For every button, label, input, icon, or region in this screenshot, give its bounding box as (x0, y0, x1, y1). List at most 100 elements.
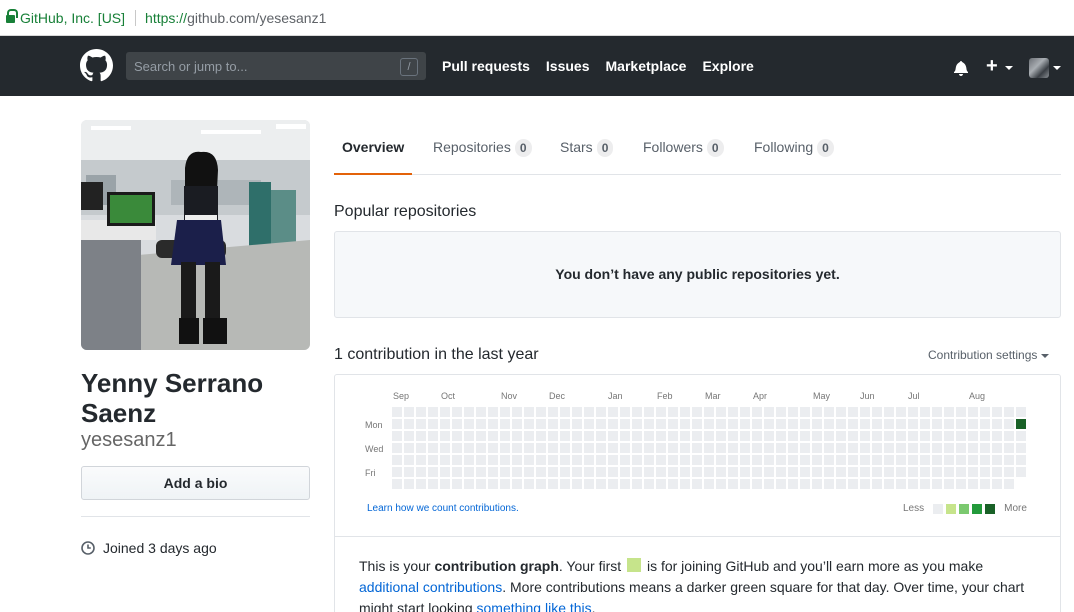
contribution-day[interactable] (692, 467, 702, 477)
contribution-day[interactable] (740, 467, 750, 477)
contribution-day[interactable] (560, 419, 570, 429)
contribution-day[interactable] (1016, 419, 1026, 429)
contribution-day[interactable] (980, 455, 990, 465)
contribution-day[interactable] (860, 455, 870, 465)
contribution-day[interactable] (908, 407, 918, 417)
contribution-day[interactable] (956, 407, 966, 417)
tab-stars[interactable]: Stars 0 (560, 120, 614, 175)
contribution-day[interactable] (704, 467, 714, 477)
contribution-day[interactable] (992, 407, 1002, 417)
contribution-day[interactable] (512, 443, 522, 453)
contribution-day[interactable] (944, 407, 954, 417)
contribution-day[interactable] (1004, 455, 1014, 465)
contribution-day[interactable] (980, 419, 990, 429)
contribution-day[interactable] (1016, 455, 1026, 465)
contribution-day[interactable] (680, 443, 690, 453)
contribution-day[interactable] (644, 443, 654, 453)
contribution-day[interactable] (752, 407, 762, 417)
contribution-day[interactable] (980, 443, 990, 453)
contribution-day[interactable] (956, 419, 966, 429)
contribution-day[interactable] (1004, 419, 1014, 429)
contribution-day[interactable] (992, 443, 1002, 453)
contribution-day[interactable] (932, 479, 942, 489)
contribution-day[interactable] (428, 455, 438, 465)
contribution-day[interactable] (632, 479, 642, 489)
contribution-day[interactable] (596, 419, 606, 429)
contribution-day[interactable] (932, 407, 942, 417)
contribution-day[interactable] (824, 431, 834, 441)
contribution-day[interactable] (716, 419, 726, 429)
contribution-day[interactable] (728, 419, 738, 429)
contribution-day[interactable] (404, 467, 414, 477)
contribution-day[interactable] (908, 479, 918, 489)
contribution-day[interactable] (524, 455, 534, 465)
contribution-day[interactable] (404, 407, 414, 417)
nav-pull-requests[interactable]: Pull requests (442, 58, 530, 74)
contribution-day[interactable] (896, 467, 906, 477)
contribution-day[interactable] (428, 419, 438, 429)
contribution-day[interactable] (800, 443, 810, 453)
contribution-day[interactable] (680, 455, 690, 465)
contribution-day[interactable] (476, 431, 486, 441)
contribution-day[interactable] (596, 455, 606, 465)
contribution-day[interactable] (1004, 467, 1014, 477)
contribution-day[interactable] (620, 419, 630, 429)
contribution-day[interactable] (500, 467, 510, 477)
contribution-day[interactable] (560, 443, 570, 453)
contribution-day[interactable] (692, 455, 702, 465)
contribution-day[interactable] (536, 455, 546, 465)
contribution-day[interactable] (968, 455, 978, 465)
contribution-day[interactable] (860, 407, 870, 417)
contribution-day[interactable] (716, 479, 726, 489)
contribution-day[interactable] (884, 479, 894, 489)
contribution-day[interactable] (824, 443, 834, 453)
contribution-day[interactable] (764, 443, 774, 453)
contribution-day[interactable] (704, 431, 714, 441)
contribution-day[interactable] (896, 455, 906, 465)
contribution-day[interactable] (824, 467, 834, 477)
contribution-day[interactable] (992, 419, 1002, 429)
contribution-day[interactable] (692, 419, 702, 429)
contribution-day[interactable] (908, 443, 918, 453)
contribution-day[interactable] (752, 443, 762, 453)
contribution-day[interactable] (884, 443, 894, 453)
contribution-day[interactable] (404, 431, 414, 441)
contribution-day[interactable] (596, 431, 606, 441)
contribution-day[interactable] (584, 431, 594, 441)
contribution-day[interactable] (596, 443, 606, 453)
contribution-day[interactable] (464, 479, 474, 489)
contribution-day[interactable] (956, 443, 966, 453)
contribution-day[interactable] (572, 467, 582, 477)
contribution-day[interactable] (632, 467, 642, 477)
contribution-day[interactable] (824, 479, 834, 489)
contribution-day[interactable] (500, 419, 510, 429)
contribution-day[interactable] (968, 431, 978, 441)
contribution-day[interactable] (1004, 431, 1014, 441)
contribution-day[interactable] (512, 431, 522, 441)
contribution-day[interactable] (572, 479, 582, 489)
contribution-day[interactable] (572, 407, 582, 417)
contribution-day[interactable] (692, 479, 702, 489)
contribution-day[interactable] (1004, 479, 1014, 489)
contribution-day[interactable] (536, 467, 546, 477)
contribution-day[interactable] (692, 407, 702, 417)
contribution-day[interactable] (536, 443, 546, 453)
contribution-day[interactable] (932, 443, 942, 453)
contribution-day[interactable] (488, 467, 498, 477)
contribution-day[interactable] (512, 467, 522, 477)
contribution-day[interactable] (848, 419, 858, 429)
contribution-day[interactable] (884, 467, 894, 477)
contribution-day[interactable] (944, 467, 954, 477)
contribution-day[interactable] (992, 455, 1002, 465)
contribution-day[interactable] (440, 479, 450, 489)
contribution-day[interactable] (452, 443, 462, 453)
contribution-day[interactable] (548, 467, 558, 477)
contribution-day[interactable] (800, 479, 810, 489)
contribution-day[interactable] (752, 419, 762, 429)
contribution-day[interactable] (608, 479, 618, 489)
contribution-day[interactable] (620, 455, 630, 465)
contribution-day[interactable] (392, 407, 402, 417)
contribution-day[interactable] (788, 467, 798, 477)
github-logo-icon[interactable] (80, 49, 113, 82)
contribution-day[interactable] (476, 479, 486, 489)
